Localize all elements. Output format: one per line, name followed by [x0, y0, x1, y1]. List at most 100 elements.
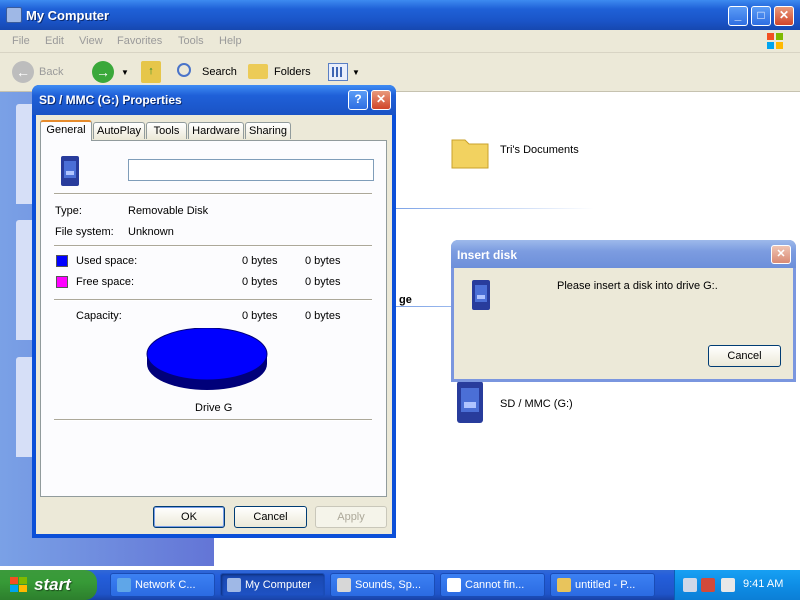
free-space-bytes: 0 bytes	[242, 276, 278, 288]
properties-titlebar[interactable]: SD / MMC (G:) Properties ? ✕	[32, 85, 396, 115]
free-space-label: Free space:	[76, 276, 135, 288]
folders-button[interactable]: Folders	[248, 61, 314, 83]
taskbar-item-paint[interactable]: untitled - P...	[550, 573, 655, 597]
menu-bar: File Edit View Favorites Tools Help	[0, 30, 800, 53]
drive-label: SD / MMC (G:)	[500, 398, 573, 410]
apply-button[interactable]: Apply	[315, 506, 387, 528]
taskbar-item-label: Network C...	[135, 579, 196, 591]
tray-volume-icon[interactable]	[721, 578, 735, 592]
maximize-button[interactable]: □	[751, 6, 771, 26]
main-window-titlebar[interactable]: My Computer _ □ ✕	[0, 0, 800, 30]
sd-card-icon	[457, 381, 483, 423]
menu-file[interactable]: File	[12, 35, 30, 47]
folder-item-tris-documents[interactable]: Tri's Documents	[450, 132, 610, 172]
back-button[interactable]: ← Back	[12, 61, 67, 83]
network-icon	[117, 578, 131, 592]
tray-network-icon[interactable]	[683, 578, 697, 592]
divider	[54, 245, 372, 247]
properties-body: General AutoPlay Tools Hardware Sharing …	[36, 115, 392, 534]
taskbar-item-label: untitled - P...	[575, 579, 636, 591]
windows-logo-icon	[10, 577, 28, 593]
file-system-value: Unknown	[128, 226, 174, 238]
folder-label: Tri's Documents	[500, 144, 579, 156]
taskbar-item-label: Cannot fin...	[465, 579, 525, 591]
forward-dropdown-icon[interactable]: ▼	[121, 68, 129, 77]
cancel-button[interactable]: Cancel	[234, 506, 307, 528]
search-label: Search	[202, 66, 237, 78]
minimize-button[interactable]: _	[728, 6, 748, 26]
tab-tools[interactable]: Tools	[146, 122, 187, 139]
help-icon: ?	[354, 92, 362, 106]
properties-close-button[interactable]: ✕	[371, 90, 391, 110]
main-window-title: My Computer	[26, 8, 110, 23]
properties-title: SD / MMC (G:) Properties	[39, 93, 182, 107]
capacity-label: Capacity:	[76, 310, 122, 322]
insert-disk-title: Insert disk	[457, 248, 518, 262]
start-button[interactable]: start	[0, 570, 97, 600]
close-icon: ✕	[776, 248, 786, 260]
insert-disk-close-button[interactable]: ✕	[771, 245, 791, 264]
views-grid-icon	[332, 67, 344, 77]
taskbar-item-cannot-find[interactable]: Cannot fin...	[440, 573, 545, 597]
capacity-bytes-short: 0 bytes	[305, 310, 341, 322]
search-icon	[177, 63, 191, 77]
paint-icon	[557, 578, 571, 592]
browser-icon	[447, 578, 461, 592]
taskbar-item-label: Sounds, Sp...	[355, 579, 422, 591]
tray-shield-icon[interactable]	[701, 578, 715, 592]
minimize-icon: _	[734, 8, 742, 22]
menu-help[interactable]: Help	[219, 35, 242, 47]
ok-button[interactable]: OK	[153, 506, 225, 528]
maximize-icon: □	[757, 8, 765, 22]
menu-tools[interactable]: Tools	[178, 35, 204, 47]
menu-favorites[interactable]: Favorites	[117, 35, 162, 47]
type-value: Removable Disk	[128, 205, 209, 217]
tab-general[interactable]: General	[40, 120, 92, 141]
insert-disk-body: Please insert a disk into drive G:. Canc…	[454, 268, 793, 379]
group-separator	[394, 208, 594, 209]
used-space-bytes: 0 bytes	[242, 255, 278, 267]
taskbar-item-sounds[interactable]: Sounds, Sp...	[330, 573, 435, 597]
views-button[interactable]	[328, 63, 348, 81]
free-space-bytes-short: 0 bytes	[305, 276, 341, 288]
insert-disk-dialog: Insert disk ✕ Please insert a disk into …	[451, 240, 796, 382]
back-label: Back	[39, 66, 64, 78]
help-button[interactable]: ?	[348, 90, 368, 110]
divider	[54, 299, 372, 301]
taskbar-item-network[interactable]: Network C...	[110, 573, 215, 597]
taskbar-item-label: My Computer	[245, 579, 312, 591]
used-space-bytes-short: 0 bytes	[305, 255, 341, 267]
drive-name-input[interactable]	[128, 159, 374, 181]
sd-card-icon	[61, 156, 79, 186]
tab-sharing[interactable]: Sharing	[245, 122, 291, 139]
file-system-label: File system:	[55, 226, 114, 238]
taskbar-item-my-computer[interactable]: My Computer	[220, 573, 325, 597]
folders-icon	[248, 64, 268, 79]
folder-icon	[451, 139, 489, 169]
menu-edit[interactable]: Edit	[45, 35, 64, 47]
used-space-swatch	[56, 255, 68, 267]
drive-item-sd-mmc[interactable]: SD / MMC (G:)	[454, 378, 584, 428]
search-button[interactable]: Search	[177, 61, 239, 83]
insert-disk-message: Please insert a disk into drive G:.	[557, 280, 718, 292]
insert-disk-titlebar[interactable]: Insert disk ✕	[451, 240, 796, 268]
capacity-bytes: 0 bytes	[242, 310, 278, 322]
forward-arrow-icon[interactable]: →	[92, 61, 114, 83]
sounds-icon	[337, 578, 351, 592]
close-icon: ✕	[375, 92, 387, 106]
my-computer-icon	[227, 578, 241, 592]
insert-cancel-button[interactable]: Cancel	[708, 345, 781, 367]
divider	[54, 419, 372, 421]
tab-autoplay[interactable]: AutoPlay	[93, 122, 145, 139]
tab-hardware[interactable]: Hardware	[188, 122, 244, 139]
menu-view[interactable]: View	[79, 35, 103, 47]
back-arrow-icon: ←	[12, 61, 34, 83]
windows-logo-icon	[766, 32, 784, 50]
close-button[interactable]: ✕	[774, 6, 794, 26]
up-folder-icon[interactable]: ↑	[141, 61, 161, 83]
folders-label: Folders	[274, 66, 311, 78]
disk-usage-pie	[146, 328, 268, 390]
properties-dialog: SD / MMC (G:) Properties ? ✕ General Aut…	[32, 85, 396, 538]
close-icon: ✕	[778, 8, 790, 22]
views-dropdown-icon[interactable]: ▼	[352, 68, 360, 77]
